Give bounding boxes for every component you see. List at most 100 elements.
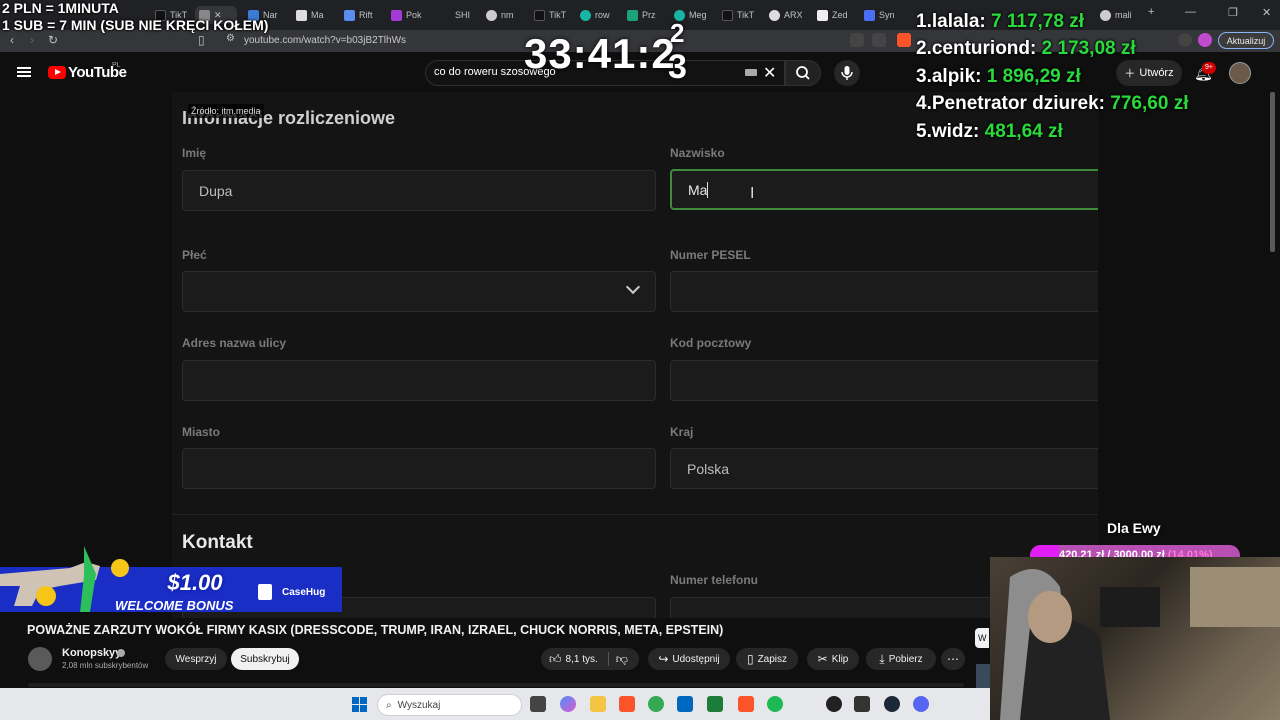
browser-tab[interactable]: ARX [769,6,809,24]
like-count[interactable]: 8,1 tys. [566,654,598,665]
tiktok-icon [534,9,545,21]
channel-name[interactable]: Konopskyy [62,647,121,659]
reload-icon[interactable]: ↻ [48,33,58,47]
brave-icon[interactable] [619,696,635,712]
leaderboard-row: 5.widz: 481,64 zł [916,121,1063,142]
spotify-icon[interactable] [767,696,783,712]
steam-icon[interactable] [884,696,900,712]
video-player[interactable]: Informacje rozliczeniowe Źródło: itm.med… [172,92,1098,618]
google-icon [486,9,497,21]
leaderboard-row: 1.lalala: 7 117,78 zł [916,11,1084,32]
country-label: Kraj [670,425,694,439]
browser-tab[interactable]: TikT [722,6,762,24]
browser-tab[interactable]: Rift [344,6,384,24]
browser-tab[interactable]: Prz [627,6,667,24]
browser-tab[interactable]: mali [1100,6,1140,24]
leaderboard-row: 3.alpik: 1 896,29 zł [916,66,1081,87]
browser-tab[interactable]: Syn [864,6,904,24]
verified-icon [117,649,125,657]
cast-icon[interactable] [850,33,864,47]
bookmark-icon[interactable]: ▯ [198,33,205,47]
voice-search-button[interactable] [834,60,860,86]
account-avatar[interactable] [1229,62,1251,84]
webcam-feed [990,557,1280,720]
browser-tab[interactable]: Ma [296,6,336,24]
search-icon: ⌕ [386,699,392,711]
bookmark-icon: ▯ [746,652,754,666]
app-icon[interactable] [854,696,870,712]
webcam-scene-image [1000,567,1280,720]
share-button[interactable]: ↪ Udostępnij [648,648,730,670]
casehug-logo-icon [258,584,272,600]
create-button[interactable]: ＋ Utwórz [1116,60,1182,86]
extension-icon[interactable] [1178,33,1192,47]
scissors-icon: ✂ [817,652,828,666]
obs-icon[interactable] [826,696,842,712]
more-actions-button[interactable]: ⋯ [941,648,965,670]
file-explorer-icon[interactable] [590,696,606,712]
restore-icon[interactable]: ❐ [1228,6,1238,19]
city-field [182,448,656,489]
country-field: Polska [670,448,1098,489]
page-scrollbar[interactable] [1270,92,1275,252]
minimize-icon[interactable]: — [1185,6,1196,18]
taskbar-search[interactable]: ⌕ Wyszukaj [377,694,522,716]
contact-section-title: Kontakt [182,532,253,553]
source-tag: Źródło: itm.media [188,104,264,118]
channel-avatar[interactable] [28,647,52,671]
save-button[interactable]: ▯ Zapisz [736,648,798,670]
close-window-icon[interactable]: ✕ [1262,6,1271,19]
support-button[interactable]: Wesprzyj [165,648,227,670]
search-button[interactable] [785,60,821,86]
pesel-field [670,271,1098,312]
back-icon[interactable]: ‹ [10,33,14,47]
first-name-label: Imię [182,146,207,160]
site-info-icon[interactable]: ⚙ [226,33,235,44]
subathon-timer: 33:41:2 [524,30,676,77]
knife-gun-icon [0,546,129,612]
keyboard-icon[interactable] [745,69,757,76]
discord-icon[interactable] [913,696,929,712]
copilot-icon[interactable] [560,696,576,712]
clear-search-icon[interactable]: ✕ [763,63,776,83]
subscribe-button[interactable]: Subskrybuj [231,648,299,670]
youtube-logo-icon[interactable] [48,66,66,79]
horizontal-scrollbar[interactable] [28,683,964,687]
browser-tab[interactable]: nm [486,6,526,24]
browser-tab[interactable]: Pok [391,6,431,24]
task-view-icon[interactable] [530,696,546,712]
brave-shield-icon[interactable] [897,33,911,47]
share-icon[interactable] [872,33,886,47]
download-icon: ⤓ [879,652,885,666]
region-code: PL [112,62,121,69]
postal-code-field [670,360,1098,401]
site-icon [864,9,875,21]
browser-tab[interactable]: Zed [817,6,857,24]
sidebar-thumbnail[interactable] [976,664,990,688]
windows-start-icon[interactable] [352,697,367,712]
browser-tab[interactable]: SHI [440,6,480,24]
ad-price: $1.00 [167,570,223,595]
thumbs-down-icon[interactable]: 👎︎ [616,653,628,665]
thumbs-up-icon[interactable]: 👍︎ [549,653,562,665]
url-text[interactable]: youtube.com/watch?v=b03jB2TlhWs [244,35,406,46]
download-button[interactable]: ⤓ Pobierz [866,648,936,670]
update-button[interactable]: Aktualizuj [1218,32,1274,49]
browser-tab[interactable]: TikT [534,6,574,24]
forward-icon[interactable]: › [30,33,34,47]
brave-icon[interactable] [738,696,754,712]
new-tab-icon[interactable]: + [1148,6,1154,18]
chrome-icon[interactable] [648,696,664,712]
menu-icon[interactable] [17,67,31,77]
store-icon[interactable] [677,696,693,712]
profile-icon[interactable] [1198,33,1212,47]
section-divider [172,514,1098,515]
browser-tab[interactable]: row [580,6,620,24]
sidebar-chip[interactable]: W [975,628,989,648]
site-icon [817,9,828,21]
clip-button[interactable]: ✂ Klip [807,648,859,670]
goal-label: Dla Ewy [1107,520,1161,536]
like-dislike-group: 👍︎ 8,1 tys. 👎︎ [541,648,639,670]
app-icon[interactable] [707,696,723,712]
more-horizontal-icon: ⋯ [947,652,959,666]
